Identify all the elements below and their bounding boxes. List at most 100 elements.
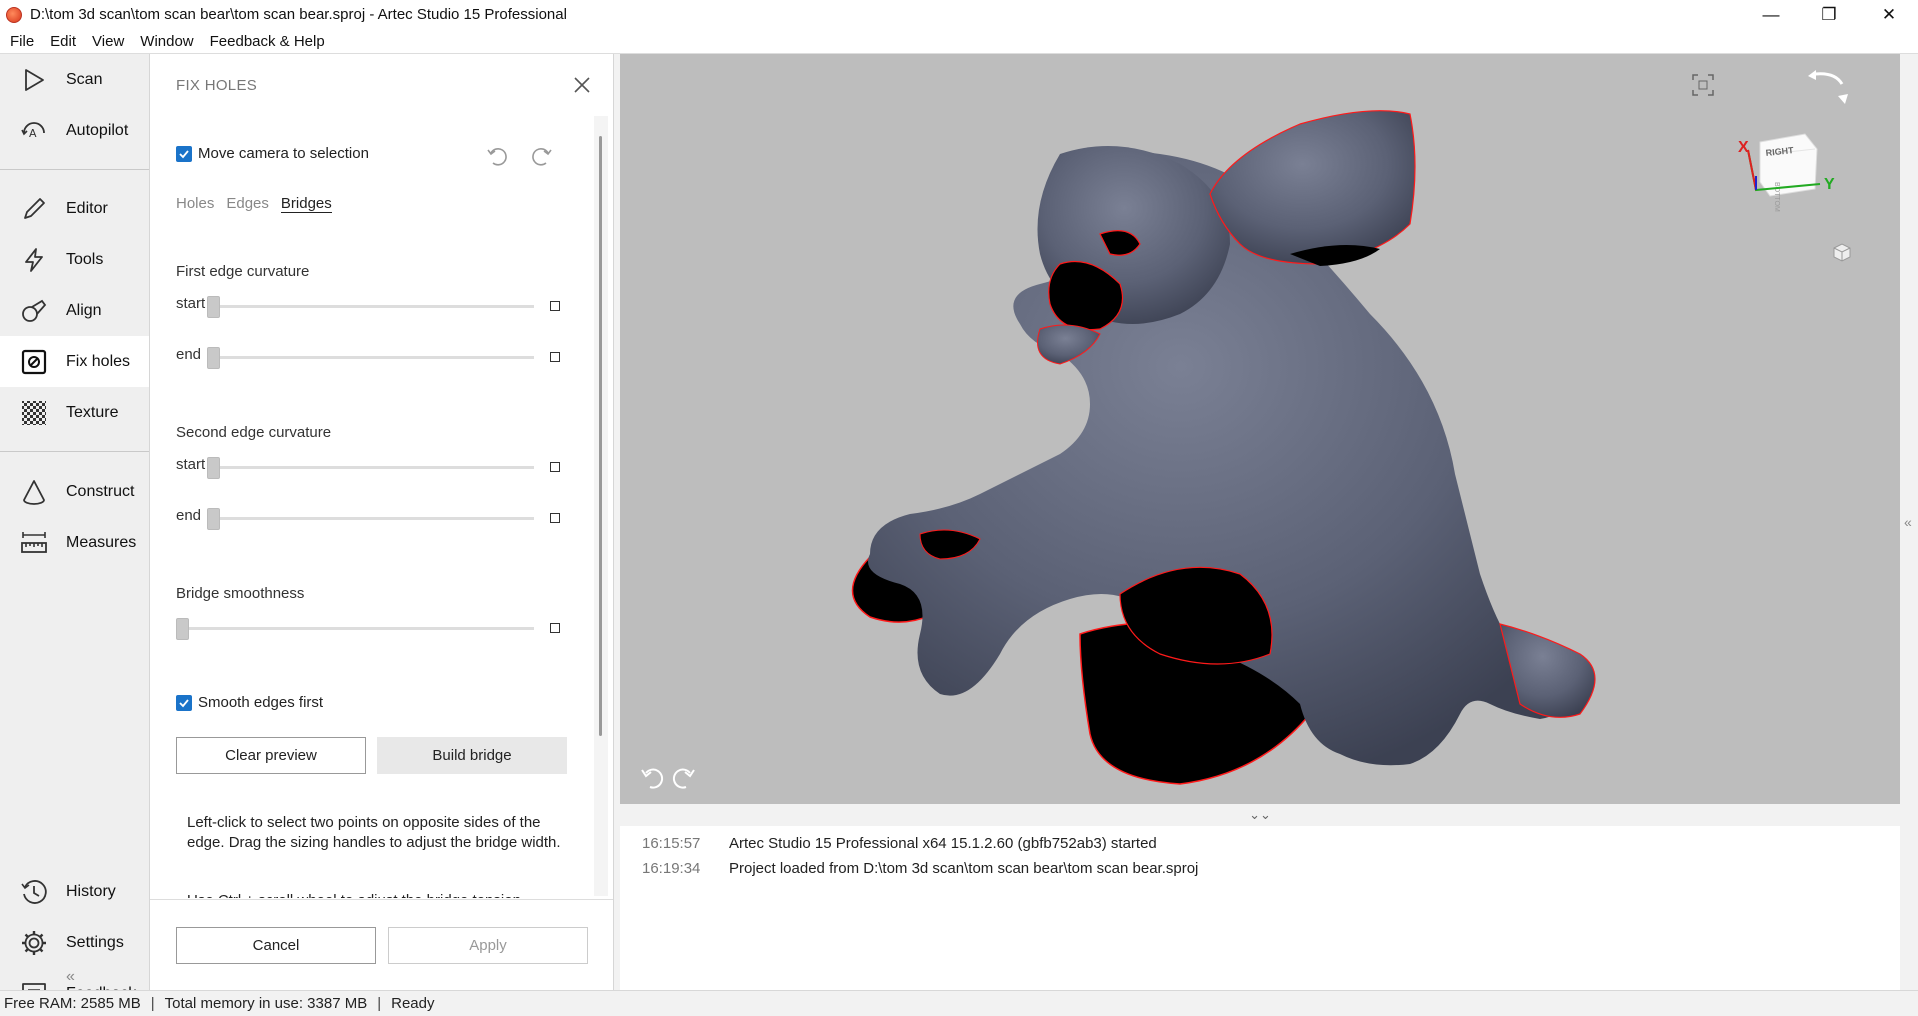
menu-window[interactable]: Window [132,33,201,50]
cancel-button[interactable]: Cancel [176,927,376,964]
nav-align-label: Align [66,301,102,319]
second-start-label: start [176,456,206,473]
help-text-cut: Use Ctrl + scroll wheel to adjust the br… [187,892,567,898]
play-icon [20,66,48,94]
minimize-button[interactable]: — [1742,0,1800,29]
autopilot-icon: A [20,117,48,145]
fit-view-icon[interactable] [1692,74,1714,96]
log-entry: 16:15:57 Artec Studio 15 Professional x6… [620,831,1900,856]
nav-editor[interactable]: Editor [0,183,149,234]
undo-button[interactable] [483,142,511,170]
nav-fix-holes[interactable]: Fix holes [0,336,149,387]
orientation-cube[interactable]: RIGHT BOTTOM X Y [1738,133,1835,212]
first-start-max-marker [550,301,560,311]
apply-button[interactable]: Apply [388,927,588,964]
viewport-undo-icon[interactable] [641,768,664,789]
smoothness-slider-track[interactable] [182,627,534,630]
rotate-view-icon[interactable] [1808,70,1848,104]
nav-tools-label: Tools [66,250,104,268]
status-separator: | [150,995,155,1012]
second-start-slider-thumb[interactable] [207,457,220,479]
bridge-smoothness-label: Bridge smoothness [176,585,305,602]
nav-settings-label: Settings [66,933,124,951]
checkbox-checked-icon[interactable] [176,145,192,162]
app-logo-icon [6,6,22,23]
log-timestamp: 16:15:57 [642,835,701,852]
nav-settings[interactable]: Settings [0,917,149,968]
history-icon [20,878,48,906]
axis-x-label: X [1738,139,1749,156]
second-edge-curvature-label: Second edge curvature [176,424,332,441]
second-end-max-marker [550,513,560,523]
smooth-edges-label: Smooth edges first [198,694,324,711]
collapse-sidebar-button[interactable]: « [66,968,75,986]
smooth-edges-checkbox[interactable]: Smooth edges first [176,694,323,711]
move-camera-checkbox[interactable]: Move camera to selection [176,145,369,162]
pencil-icon [20,195,48,223]
nav-editor-label: Editor [66,199,108,217]
nav-construct[interactable]: Construct [0,466,149,517]
nav-divider [0,451,149,452]
cone-icon [20,478,48,506]
expand-right-panel-button[interactable]: « [1904,514,1912,530]
nav-history-label: History [66,882,116,900]
tab-bridges[interactable]: Bridges [280,195,332,213]
fix-holes-panel: FIX HOLES Move camera to selection Holes… [149,54,614,990]
second-end-label: end [176,507,202,524]
second-end-slider-track[interactable] [214,517,534,520]
second-end-slider-thumb[interactable] [207,508,220,530]
first-edge-curvature-label: First edge curvature [176,263,310,280]
redo-button[interactable] [528,142,556,170]
viewport-redo-icon[interactable] [672,768,695,789]
panel-scrollbar[interactable] [594,116,608,896]
close-panel-button[interactable] [571,74,593,96]
nav-divider [0,169,149,170]
log-collapse-button[interactable]: ⌄⌄ [620,804,1900,826]
status-separator: | [377,995,382,1012]
nav-texture[interactable]: Texture [0,387,149,438]
close-window-button[interactable]: ✕ [1860,0,1918,29]
panel-divider [150,899,613,900]
view-mode-cube-icon[interactable] [1833,243,1851,262]
help-text: Left-click to select two points on oppos… [187,814,561,851]
nav-history[interactable]: History [0,866,149,917]
menu-feedback-help[interactable]: Feedback & Help [202,33,333,50]
3d-viewport[interactable]: RIGHT BOTTOM X Y [620,54,1900,804]
menu-view[interactable]: View [84,33,132,50]
build-bridge-button[interactable]: Build bridge [377,737,567,774]
nav-measures[interactable]: Measures [0,517,149,568]
checkbox-checked-icon[interactable] [176,694,192,711]
scan-mesh-render[interactable]: RIGHT BOTTOM X Y [620,54,1900,804]
first-start-slider-thumb[interactable] [207,296,220,318]
clear-preview-button[interactable]: Clear preview [176,737,366,774]
svg-text:A: A [29,127,37,140]
nav-scan[interactable]: Scan [0,54,149,105]
first-start-slider-track[interactable] [214,305,534,308]
log-message: Artec Studio 15 Professional x64 15.1.2.… [729,835,1157,852]
nav-autopilot[interactable]: A Autopilot [0,105,149,156]
tab-edges[interactable]: Edges [226,195,269,213]
smoothness-max-marker [550,623,560,633]
title-bar: D:\tom 3d scan\tom scan bear\tom scan be… [0,0,1918,29]
first-end-label: end [176,346,202,363]
nav-align[interactable]: Align [0,285,149,336]
fix-holes-icon [20,348,48,376]
smoothness-slider-thumb[interactable] [176,618,189,640]
status-bar: Free RAM: 2585 MB | Total memory in use:… [0,990,1918,1016]
menu-edit[interactable]: Edit [42,33,84,50]
nav-construct-label: Construct [66,482,135,500]
tab-holes[interactable]: Holes [176,195,214,213]
lightning-icon [20,246,48,274]
nav-fix-holes-label: Fix holes [66,352,131,370]
second-start-slider-track[interactable] [214,466,534,469]
first-end-slider-thumb[interactable] [207,347,220,369]
scrollbar-thumb[interactable] [599,136,602,736]
log-entry: 16:19:34 Project loaded from D:\tom 3d s… [620,856,1900,881]
left-sidebar: Scan A Autopilot Editor Tools Align Fix … [0,54,149,1005]
log-timestamp: 16:19:34 [642,860,701,877]
first-end-slider-track[interactable] [214,356,534,359]
move-camera-label: Move camera to selection [198,145,369,162]
nav-tools[interactable]: Tools [0,234,149,285]
menu-file[interactable]: File [2,33,42,50]
maximize-button[interactable]: ❐ [1800,0,1858,29]
